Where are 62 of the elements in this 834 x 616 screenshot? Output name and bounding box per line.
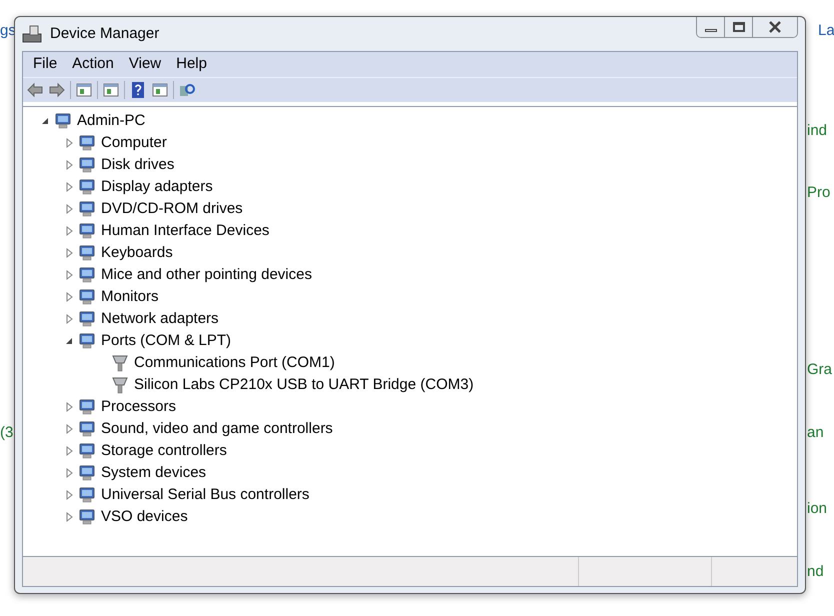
tree-item[interactable]: VSO devices: [99, 506, 190, 528]
tree-item[interactable]: Ports (COM & LPT): [99, 330, 234, 352]
tree-item[interactable]: Communications Port (COM1): [132, 352, 337, 374]
heading-text: nd: [807, 562, 824, 582]
heading-text: ion: [807, 499, 828, 519]
tree-item[interactable]: Computer: [99, 132, 169, 154]
maximize-button[interactable]: [725, 17, 753, 37]
tree-item[interactable]: Mice and other pointing devices: [99, 264, 314, 286]
back-arrow-icon[interactable]: [26, 81, 44, 99]
device-icon: [54, 112, 72, 130]
close-icon: [768, 21, 782, 33]
minimize-button[interactable]: [697, 17, 725, 37]
tree-item[interactable]: Human Interface Devices: [99, 220, 272, 242]
tree-item[interactable]: Keyboards: [99, 242, 175, 264]
heading-text: Pro: [807, 183, 830, 203]
connector-icon: [111, 354, 129, 372]
tree-item[interactable]: Storage controllers: [99, 440, 229, 462]
device-icon: [78, 398, 96, 416]
heading-text: Gra: [807, 360, 832, 380]
menu-item[interactable]: View: [122, 53, 168, 76]
device-icon: [78, 310, 96, 328]
tree-item[interactable]: Display adapters: [99, 176, 215, 198]
action-pane-icon[interactable]: [151, 81, 169, 99]
tree-item[interactable]: Monitors: [99, 286, 161, 308]
forward-arrow-icon[interactable]: [48, 81, 66, 99]
help-icon[interactable]: [129, 81, 147, 99]
close-button[interactable]: [753, 17, 797, 37]
connector-icon: [111, 376, 129, 394]
heading-text: ind: [807, 121, 828, 141]
device-icon: [78, 244, 96, 262]
tree-item[interactable]: Sound, video and game controllers: [99, 418, 335, 440]
properties-icon[interactable]: [102, 81, 120, 99]
tree-item[interactable]: Universal Serial Bus controllers: [99, 484, 312, 506]
device-icon: [78, 464, 96, 482]
tree-item[interactable]: Silicon Labs CP210x USB to UART Bridge (COM3): [132, 374, 476, 396]
device-icon: [78, 266, 96, 284]
device-icon: [78, 442, 96, 460]
window-title: Device Manager: [50, 24, 160, 44]
scan-hardware-icon[interactable]: [178, 81, 196, 99]
device-icon: [78, 200, 96, 218]
tree-item[interactable]: DVD/CD-ROM drives: [99, 198, 245, 220]
device-icon: [78, 332, 96, 350]
tree-item[interactable]: Network adapters: [99, 308, 221, 330]
heading-text: (3: [0, 423, 14, 443]
app-icon: [22, 24, 44, 44]
tree-item[interactable]: Admin-PC: [75, 110, 148, 132]
device-icon: [78, 222, 96, 240]
console-tree-icon[interactable]: [75, 81, 93, 99]
menu-item[interactable]: Action: [65, 53, 121, 76]
menu-item[interactable]: File: [26, 53, 64, 76]
device-icon: [78, 134, 96, 152]
device-icon: [78, 508, 96, 526]
tree-item[interactable]: System devices: [99, 462, 208, 484]
menu-item[interactable]: Help: [169, 53, 214, 76]
tree-item[interactable]: Disk drives: [99, 154, 176, 176]
device-icon: [78, 156, 96, 174]
heading-text: an: [807, 423, 824, 443]
device-icon: [78, 288, 96, 306]
device-icon: [78, 486, 96, 504]
device-icon: [78, 420, 96, 438]
tree-item[interactable]: Processors: [99, 396, 178, 418]
device-icon: [78, 178, 96, 196]
